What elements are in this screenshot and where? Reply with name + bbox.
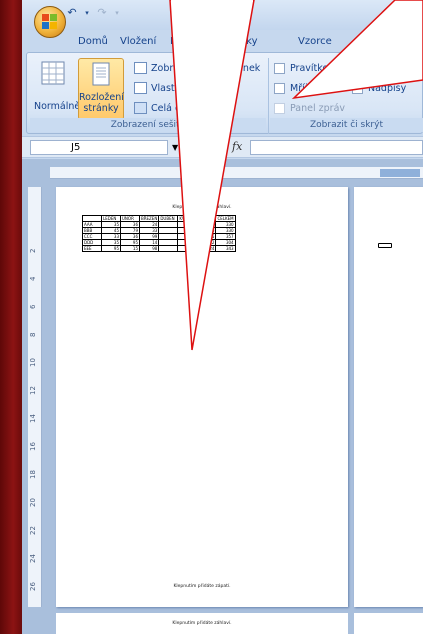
table-cell[interactable]: 36 [177, 245, 198, 252]
view-group-caption: Zobrazení sešitu [30, 118, 266, 132]
table-header-cell[interactable]: ČERVEN [196, 215, 217, 222]
formula-bar: J5 ▼ fx [22, 136, 423, 158]
ruler-number: 18 [29, 470, 37, 479]
ruler-check-box[interactable] [274, 62, 285, 74]
ruler-number: 22 [29, 526, 37, 535]
page-layout-label-line1: Rozložení [79, 92, 124, 103]
page-layout-icon [92, 62, 110, 86]
table-cell[interactable]: 95 [101, 245, 121, 252]
gridlines-checkbox[interactable]: Mřížka [274, 80, 321, 96]
table-cell[interactable]: 343 [215, 245, 236, 252]
table-header-cell[interactable]: CELKEM [215, 215, 236, 222]
office-logo-icon [42, 14, 58, 30]
table-cell[interactable]: EEE [82, 245, 102, 252]
table-cell[interactable]: 24 [196, 245, 217, 252]
tab-page-layout[interactable]: Rozložení stránky [170, 36, 258, 47]
worksheet-page-2[interactable] [354, 187, 423, 607]
ruler-number: 24 [29, 554, 37, 563]
name-box[interactable]: J5 [30, 140, 168, 155]
group-separator [268, 58, 269, 134]
ruler-number: 20 [29, 498, 37, 507]
table-header-cell[interactable]: KVĚTEN [177, 215, 198, 222]
tab-home[interactable]: Domů [78, 36, 108, 47]
custom-views-icon [134, 82, 147, 94]
desktop-background-strip [0, 0, 22, 634]
page-header-placeholder[interactable]: Klepnutím přidáte záhlaví. [56, 205, 348, 210]
cell-object-icon [378, 243, 392, 248]
ruler-number: 26 [29, 582, 37, 591]
formula-input[interactable] [250, 140, 423, 155]
tab-formulas[interactable]: Vzorce [298, 36, 332, 47]
insert-function-icon[interactable]: fx [232, 140, 242, 153]
message-bar-check-box [274, 102, 285, 114]
gridlines-label: Mřížka [290, 82, 321, 94]
page-break-label: Zobrazit konce stránek [151, 62, 261, 74]
ruler-number: 14 [29, 414, 37, 423]
tab-data[interactable]: Data [359, 36, 383, 47]
formula-bar-checkbox[interactable]: ✓ Řádek vzorců [352, 60, 423, 76]
normal-view-label: Normálně [34, 101, 81, 112]
table-cell[interactable]: 15 [120, 245, 140, 252]
vertical-ruler: 2 4 6 8 10 12 14 16 18 20 22 24 26 [28, 187, 42, 607]
custom-views-label: Vlastní zobrazení [151, 82, 233, 94]
ruler-label: Pravítko [290, 62, 329, 74]
table-cell[interactable]: 98 [138, 245, 160, 252]
ruler-margin-marker[interactable] [380, 169, 420, 177]
redo-dropdown-icon[interactable]: ▾ [114, 6, 120, 20]
full-screen-icon [134, 102, 147, 114]
message-bar-checkbox[interactable]: Panel zpráv [274, 100, 345, 116]
horizontal-ruler [50, 167, 423, 179]
page-layout-label-line2: stránky [83, 103, 119, 114]
page-layout-view-button[interactable]: Rozložení stránky [78, 58, 124, 120]
gridlines-check-box[interactable] [274, 82, 285, 94]
office-button[interactable] [34, 6, 66, 38]
ruler-number: 6 [29, 304, 37, 309]
normal-view-button[interactable]: Normálně [34, 58, 81, 116]
worksheet-page-3[interactable]: Klepnutím přidáte záhlaví. [56, 613, 348, 634]
message-bar-label: Panel zpráv [290, 102, 346, 114]
ruler-number: 8 [29, 332, 37, 337]
ruler-number: 4 [29, 276, 37, 281]
page-layout-workspace: 2 4 6 8 10 12 14 16 18 20 22 24 26 Klepn… [22, 159, 423, 634]
ruler-number: 12 [29, 386, 37, 395]
full-screen-button[interactable]: Celá obrazovka [134, 100, 224, 116]
normal-view-icon [41, 61, 65, 85]
ruler-number: 10 [29, 358, 37, 367]
show-group-caption: Zobrazit či skrýt [270, 118, 423, 132]
ruler-checkbox[interactable]: Pravítko [274, 60, 328, 76]
formula-bar-check-box[interactable]: ✓ [352, 62, 363, 74]
page-break-icon [134, 62, 147, 74]
table-header-cell[interactable]: BŘEZEN [138, 215, 160, 222]
headings-label: Nadpisy [368, 82, 407, 94]
ruler-number: 16 [29, 442, 37, 451]
next-page-header-placeholder[interactable]: Klepnutím přidáte záhlaví. [56, 621, 348, 626]
headings-checkbox[interactable]: Nadpisy [352, 80, 406, 96]
page-footer-placeholder[interactable]: Klepnutím přidáte zápatí. [56, 584, 348, 589]
redo-icon[interactable]: ↷ [95, 6, 109, 20]
undo-dropdown-icon[interactable]: ▾ [84, 6, 90, 20]
table-cell[interactable] [158, 245, 179, 252]
ruler-number: 2 [29, 248, 37, 253]
table-row: EEE 95 15 98 36 24 343 [82, 245, 236, 252]
title-bar: ▣ ↶ ▾ ↷ ▾ [22, 0, 423, 30]
worksheet-page-1[interactable]: Klepnutím přidáte záhlaví. LEDEN ÚNOR BŘEZ… [56, 187, 348, 607]
custom-views-button[interactable]: Vlastní zobrazení [134, 80, 232, 96]
headings-check-box[interactable] [352, 82, 363, 94]
worksheet-page-4[interactable] [354, 613, 423, 634]
page-break-preview-button[interactable]: Zobrazit konce stránek [134, 60, 260, 76]
name-box-dropdown-icon[interactable]: ▼ [172, 143, 178, 152]
data-table[interactable]: LEDEN ÚNOR BŘEZEN DUBEN KVĚTEN ČERVEN CELKEM AA… [82, 215, 236, 252]
formula-bar-label: Řádek vzorců [368, 62, 423, 74]
tab-insert[interactable]: Vložení [120, 36, 156, 47]
full-screen-label: Celá obrazovka [151, 102, 225, 114]
undo-icon[interactable]: ↶ [65, 6, 79, 20]
excel-window: ▣ ↶ ▾ ↷ ▾ Domů Vložení Rozložení stránky… [22, 0, 423, 634]
